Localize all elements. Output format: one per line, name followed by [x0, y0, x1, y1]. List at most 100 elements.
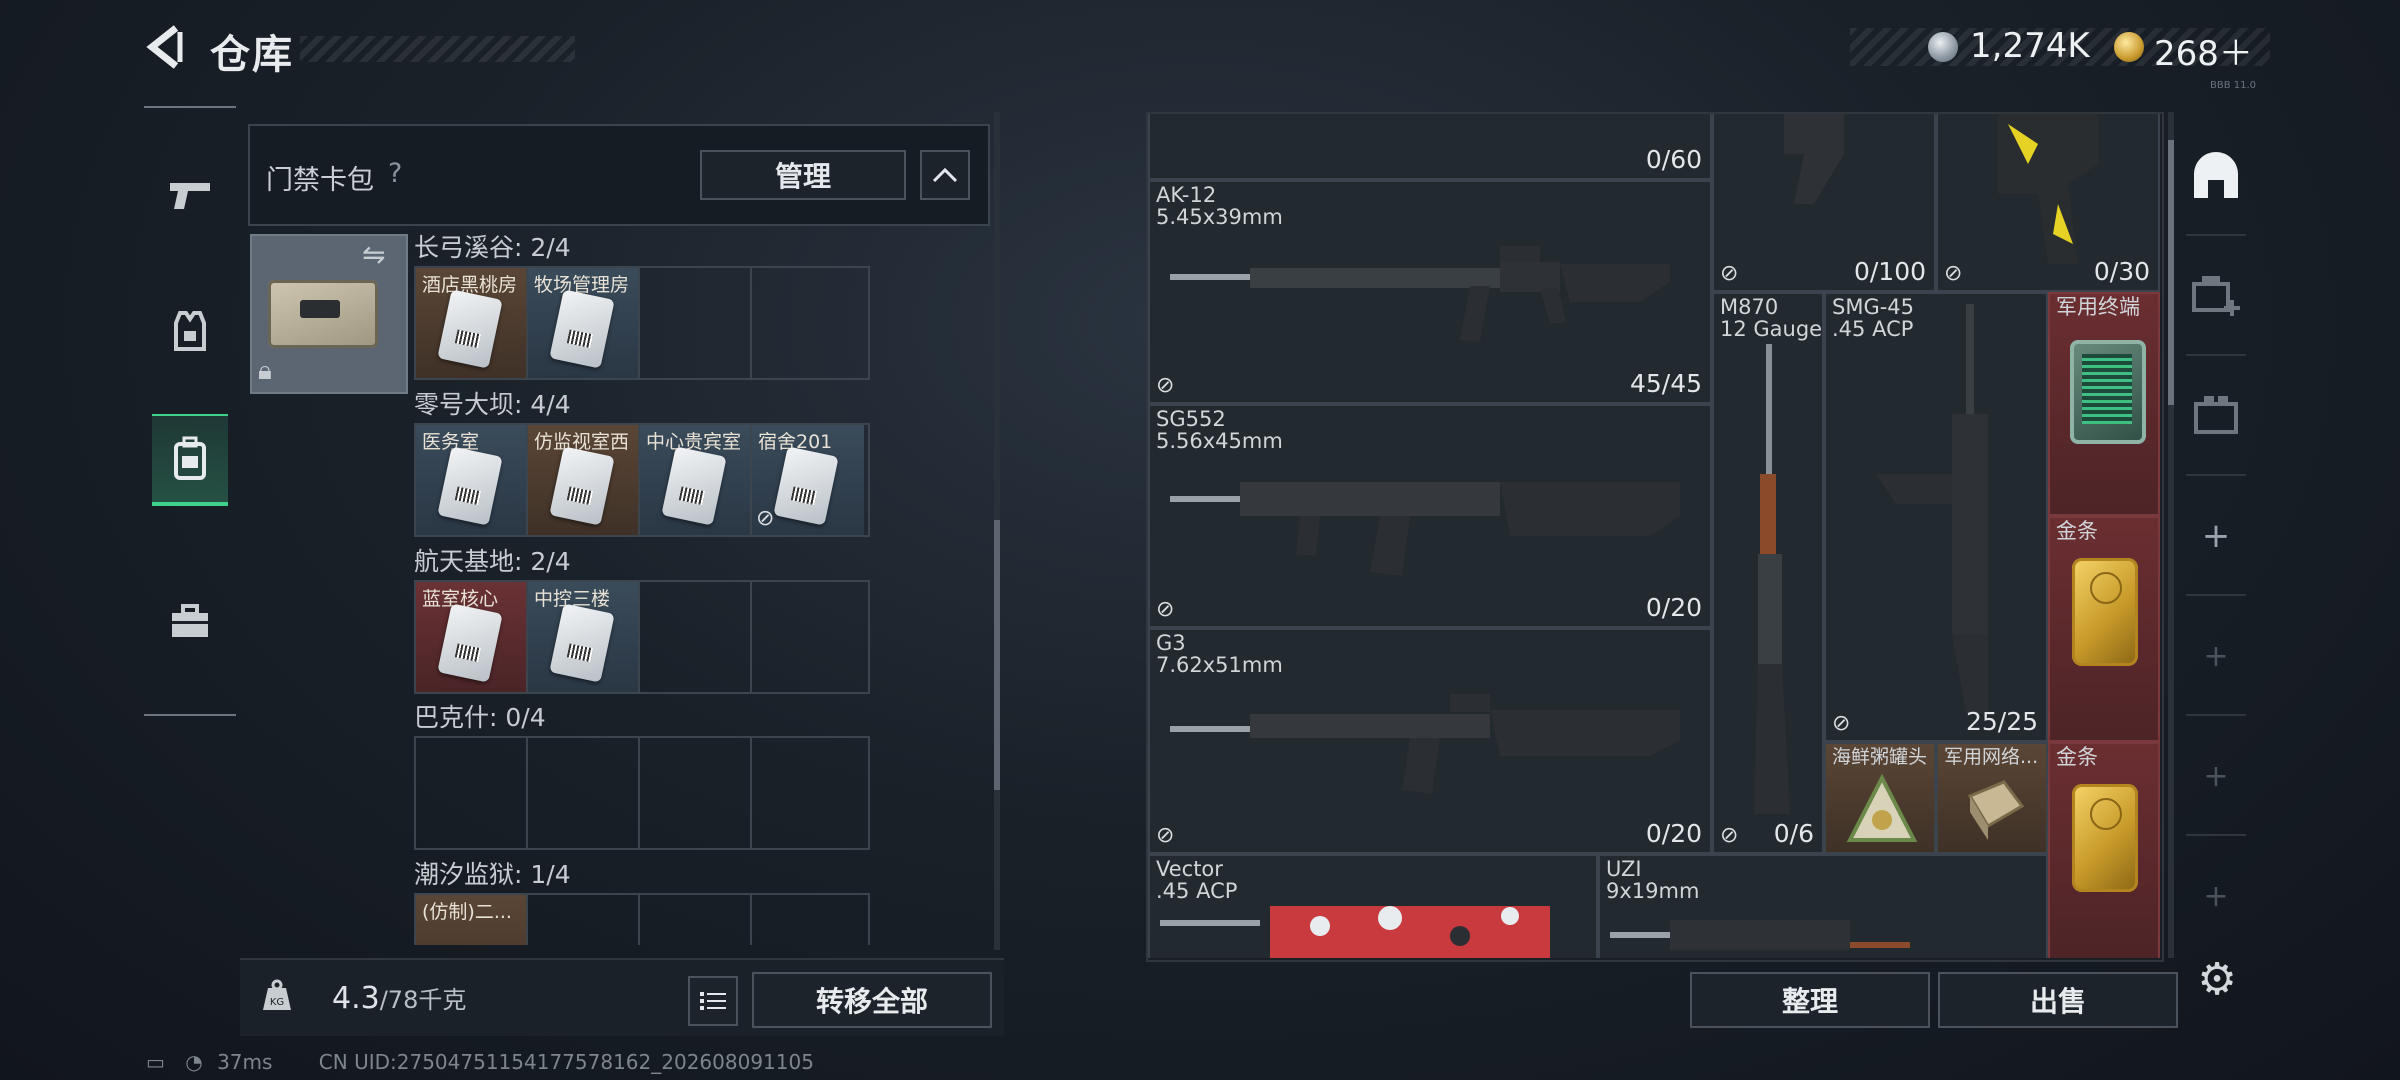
rifle-icon: [1170, 482, 1680, 576]
stash-item-uzi[interactable]: UZI 9x19mm: [1598, 854, 2048, 958]
empty-keycard-slot[interactable]: [640, 738, 752, 848]
smg-icon: [1610, 920, 1910, 950]
empty-keycard-slot[interactable]: [528, 738, 640, 848]
no-sell-icon: ⊘: [1944, 261, 1963, 286]
smg-icon: [1876, 304, 1988, 714]
swap-icon[interactable]: ⇋: [362, 238, 385, 271]
list-icon: [700, 992, 726, 1010]
empty-keycard-slot[interactable]: [752, 895, 864, 945]
back-arrow-icon: [146, 25, 183, 69]
stash-item-smg45[interactable]: SMG-45 .45 ACP ⊘ 25/25: [1824, 292, 2048, 742]
empty-keycard-slot[interactable]: [752, 582, 864, 692]
nav-weapons-tab[interactable]: [152, 152, 228, 238]
transfer-all-button[interactable]: 转移全部: [752, 972, 992, 1028]
stash-tab-3[interactable]: [2186, 384, 2246, 444]
sort-button[interactable]: 整理: [1690, 972, 1930, 1028]
add-stash-button[interactable]: +: [2186, 866, 2246, 926]
keycard-slot[interactable]: 仿监视室西: [528, 425, 640, 535]
stash-item-m870[interactable]: M870 12 Gauge ⊘ 0/6: [1712, 292, 1824, 854]
keycard-slot[interactable]: 医务室: [416, 425, 528, 535]
battery-icon: ▭: [146, 1050, 165, 1074]
stash-item-seafood-can[interactable]: 海鲜粥罐头: [1824, 742, 1936, 854]
empty-keycard-slot[interactable]: [640, 268, 752, 378]
network-module-icon: [1967, 780, 2025, 840]
list-view-button[interactable]: [688, 976, 738, 1026]
stash-item-g3[interactable]: G3 7.62x51mm ⊘ 0/20: [1148, 628, 1712, 854]
item-name: M870 12 Gauge: [1720, 295, 1823, 341]
version-tag: BBB 11.0: [2210, 80, 2257, 91]
plus-icon: +: [2203, 878, 2229, 914]
collapse-button[interactable]: [920, 150, 970, 200]
group-label-bakhsh: 巴克什: 0/4: [414, 703, 546, 732]
uid-text: CN UID:27504751154177578162_202608091105: [318, 1050, 814, 1074]
stash-item-sg552[interactable]: SG552 5.56x45mm ⊘ 0/20: [1148, 404, 1712, 628]
keycard-slot[interactable]: (仿制)二...: [416, 895, 528, 945]
stash-item-gold-bar[interactable]: 金条: [2048, 742, 2160, 958]
plus-icon: +: [2203, 758, 2229, 794]
ammo-count: 25/25: [1965, 707, 2038, 736]
nav-armor-tab[interactable]: [152, 288, 228, 374]
stash-item-military-network[interactable]: 军用网络...: [1936, 742, 2048, 854]
stash-item-gold-gun[interactable]: ⊘ 0/30: [1936, 114, 2160, 292]
keycard-label: 宿舍201: [758, 431, 833, 453]
no-sell-icon: ⊘: [1156, 823, 1175, 848]
item-name: 军用终端: [2056, 295, 2140, 319]
keycard-label: 中控三楼: [534, 588, 611, 610]
group-label-zero-dam: 零号大坝: 4/4: [414, 390, 571, 419]
settings-button[interactable]: ⚙: [2192, 954, 2242, 1005]
stash-item-top-gun[interactable]: 0/60: [1148, 114, 1712, 180]
help-icon[interactable]: ?: [388, 158, 402, 189]
keycard-label: 蓝室核心: [422, 588, 499, 610]
empty-keycard-slot[interactable]: [640, 895, 752, 945]
add-stash-button[interactable]: +: [2186, 626, 2246, 686]
nav-case-tab[interactable]: [152, 578, 228, 664]
group-slots-space-base: 蓝室核心 中控三楼: [414, 580, 870, 694]
group-slots-bakhsh: [414, 736, 870, 850]
terminal-image: [2070, 340, 2146, 444]
empty-keycard-slot[interactable]: [528, 895, 640, 945]
weight-icon: KG: [256, 974, 298, 1016]
stash-item-gold-bar[interactable]: 金条: [2048, 516, 2160, 742]
keycard-slot[interactable]: 中心贵宾室: [640, 425, 752, 535]
keycard-slot[interactable]: 酒店黑桃房: [416, 268, 528, 378]
add-stash-button[interactable]: +: [2186, 506, 2246, 566]
item-name: 金条: [2056, 519, 2098, 543]
stash-item-military-terminal[interactable]: 军用终端: [2048, 292, 2160, 516]
stash-item-shotgun-top[interactable]: ⊘ 0/100: [1712, 114, 1936, 292]
empty-keycard-slot[interactable]: [640, 582, 752, 692]
svg-text:KG: KG: [270, 997, 284, 1008]
pistol-icon: [170, 183, 210, 209]
rifle-icon: [1784, 114, 1844, 204]
back-button[interactable]: [140, 22, 190, 72]
shotgun-icon: [1754, 344, 1790, 814]
keycard-label: 牧场管理房: [534, 274, 630, 296]
add-stash-button[interactable]: +: [2186, 746, 2246, 806]
keycard-image: [773, 446, 839, 526]
nav-backpack-tab[interactable]: [152, 414, 228, 506]
currency-amount-2[interactable]: 268＋: [2154, 26, 2253, 75]
keycard-slot[interactable]: 宿舍201 ⊘: [752, 425, 864, 535]
empty-keycard-slot[interactable]: [752, 268, 864, 378]
keycard-slot[interactable]: 牧场管理房: [528, 268, 640, 378]
ping-text: 37ms: [217, 1050, 273, 1074]
left-scroll-thumb[interactable]: [994, 520, 1000, 790]
empty-keycard-slot[interactable]: [416, 738, 528, 848]
stash-item-vector[interactable]: Vector .45 ACP: [1148, 854, 1598, 958]
sell-button[interactable]: 出售: [1938, 972, 2178, 1028]
keycard-slot[interactable]: 蓝室核心: [416, 582, 528, 692]
stash-tab-2[interactable]: [2186, 264, 2246, 324]
stash-tab-main[interactable]: [2186, 146, 2246, 206]
chevron-up-icon: [932, 167, 958, 183]
manage-button[interactable]: 管理: [700, 150, 906, 200]
stash-house-icon: [2194, 152, 2238, 198]
empty-keycard-slot[interactable]: [752, 738, 864, 848]
item-name: UZI 9x19mm: [1606, 857, 1700, 903]
stash-scroll-thumb[interactable]: [2168, 140, 2174, 405]
lock-icon: 🔒︎: [258, 356, 272, 386]
side-nav: [144, 106, 236, 716]
ammo-count: 45/45: [1629, 369, 1702, 398]
stash-add-icon: [2192, 276, 2240, 316]
keycard-slot[interactable]: 中控三楼: [528, 582, 640, 692]
stash-item-ak12[interactable]: AK-12 5.45x39mm ⊘ 45/45: [1148, 180, 1712, 404]
keycard-image: [549, 446, 615, 526]
